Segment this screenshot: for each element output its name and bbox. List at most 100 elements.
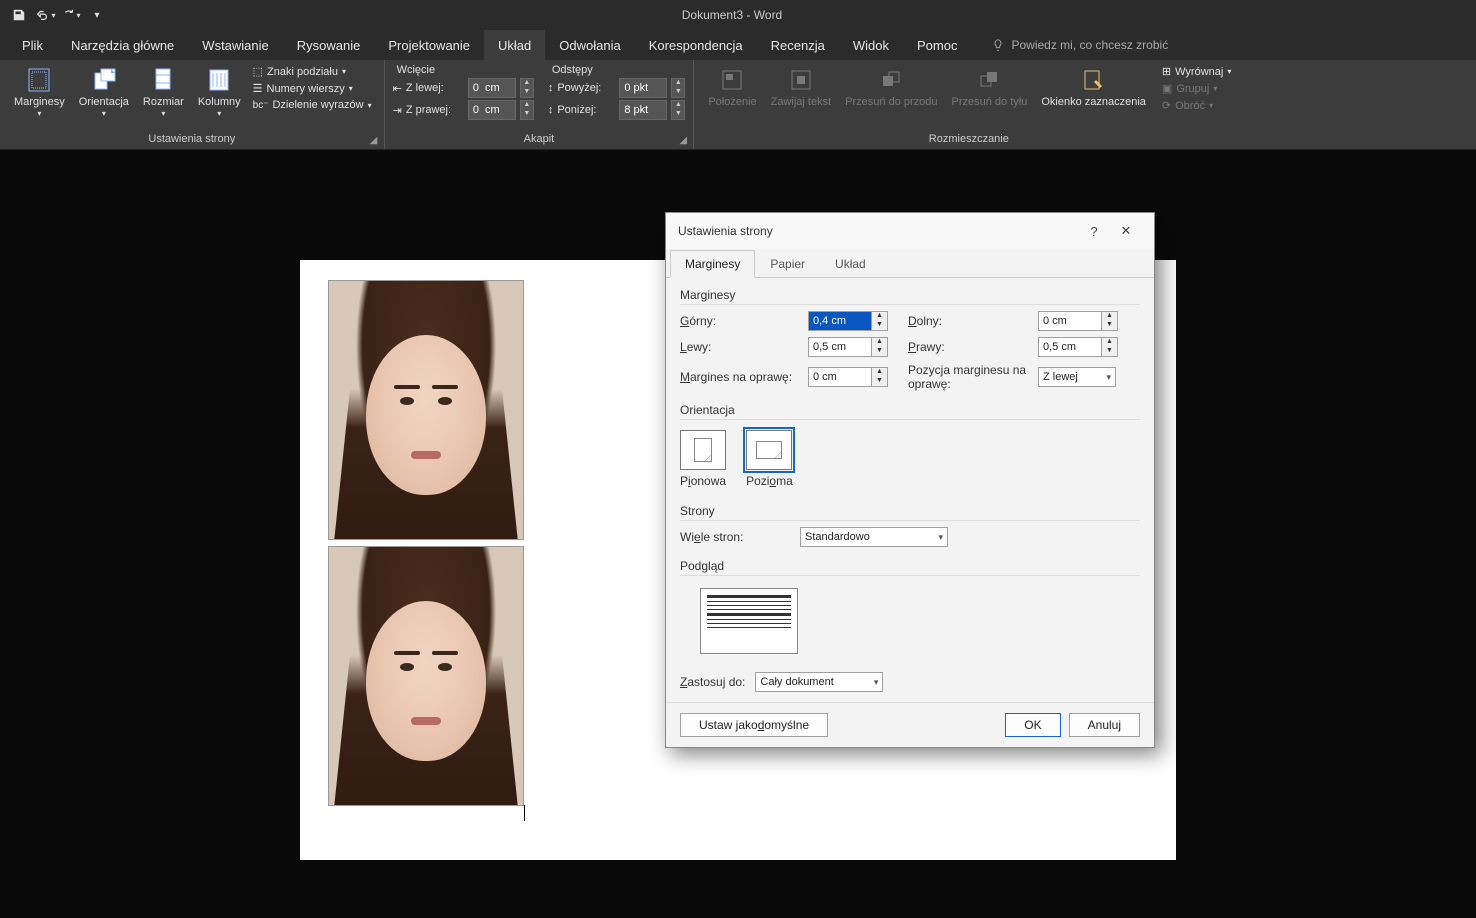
preview-section-title: Podgląd bbox=[680, 559, 1140, 576]
spacing-after-label: Poniżej: bbox=[557, 104, 615, 116]
hyphenation-icon: bc⁻ bbox=[253, 100, 269, 111]
tab-wstawianie[interactable]: Wstawianie bbox=[188, 30, 282, 60]
left-margin-input[interactable] bbox=[808, 337, 872, 357]
align-button[interactable]: ⊞Wyrównaj▾ bbox=[1158, 64, 1235, 79]
tab-korespondencja[interactable]: Korespondencja bbox=[635, 30, 757, 60]
ribbon-tabs: Plik Narzędzia główne Wstawianie Rysowan… bbox=[0, 30, 1476, 60]
tab-odwolania[interactable]: Odwołania bbox=[545, 30, 634, 60]
rotate-button: ⟳Obróć▾ bbox=[1158, 98, 1235, 113]
indent-left-spinner[interactable]: ▲▼ bbox=[520, 78, 534, 98]
pages-section-title: Strony bbox=[680, 504, 1140, 521]
gutter-pos-select[interactable]: Z lewej bbox=[1038, 367, 1116, 387]
multi-pages-select[interactable]: Standardowo bbox=[800, 527, 948, 547]
wrap-text-icon bbox=[787, 66, 815, 94]
spacing-before-icon: ↕ bbox=[548, 82, 554, 94]
text-cursor bbox=[524, 805, 525, 821]
dialog-tab-uklad[interactable]: Układ bbox=[820, 250, 881, 278]
undo-button[interactable]: ▾ bbox=[34, 4, 56, 26]
wrap-text-button: Zawijaj tekst bbox=[765, 64, 838, 111]
tell-me-placeholder: Powiedz mi, co chcesz zrobić bbox=[1011, 38, 1168, 52]
spacing-label: Odstępy bbox=[548, 64, 686, 76]
indent-right-spinner[interactable]: ▲▼ bbox=[520, 100, 534, 120]
indent-right-input[interactable] bbox=[468, 100, 516, 120]
bring-forward-icon bbox=[877, 66, 905, 94]
bottom-margin-input[interactable] bbox=[1038, 311, 1102, 331]
gutter-input[interactable] bbox=[808, 367, 872, 387]
breaks-button[interactable]: ⬚Znaki podziału▾ bbox=[249, 64, 376, 79]
save-button[interactable] bbox=[8, 4, 30, 26]
spacing-after-spinner[interactable]: ▲▼ bbox=[671, 100, 685, 120]
left-margin-spinner[interactable]: ▲▼ bbox=[872, 337, 888, 357]
spacing-before-spinner[interactable]: ▲▼ bbox=[671, 78, 685, 98]
orientation-portrait[interactable]: Pionowa bbox=[680, 430, 726, 488]
inserted-image-2[interactable] bbox=[328, 546, 524, 806]
gutter-pos-label: Pozycja marginesu na oprawę: bbox=[908, 363, 1028, 391]
dialog-tab-papier[interactable]: Papier bbox=[755, 250, 820, 278]
selection-pane-button[interactable]: Okienko zaznaczenia bbox=[1035, 64, 1152, 111]
right-margin-input[interactable] bbox=[1038, 337, 1102, 357]
breaks-icon: ⬚ bbox=[253, 65, 263, 78]
dialog-tab-marginesy[interactable]: Marginesy bbox=[670, 250, 755, 278]
group-label-arrange: Rozmieszczanie bbox=[702, 131, 1235, 147]
top-margin-spinner[interactable]: ▲▼ bbox=[872, 311, 888, 331]
orientation-landscape[interactable]: Pozioma bbox=[746, 430, 793, 488]
columns-button[interactable]: Kolumny ▾ bbox=[192, 64, 247, 120]
hyphenation-button[interactable]: bc⁻Dzielenie wyrazów▾ bbox=[249, 98, 376, 112]
indent-left-input[interactable] bbox=[468, 78, 516, 98]
title-bar: ▾ ▾ ▾ Dokument3 - Word bbox=[0, 0, 1476, 30]
position-button: Położenie bbox=[702, 64, 762, 111]
gutter-spinner[interactable]: ▲▼ bbox=[872, 367, 888, 387]
right-margin-spinner[interactable]: ▲▼ bbox=[1102, 337, 1118, 357]
group-label-page-setup: Ustawienia strony bbox=[8, 131, 376, 147]
paragraph-launcher[interactable]: ◢ bbox=[679, 135, 691, 147]
position-icon bbox=[718, 66, 746, 94]
spacing-after-input[interactable] bbox=[619, 100, 667, 120]
group-paragraph: Wcięcie ⇤ Z lewej: ▲▼ ⇥ Z prawej: ▲▼ bbox=[385, 60, 695, 149]
tab-pomoc[interactable]: Pomoc bbox=[903, 30, 971, 60]
tab-recenzja[interactable]: Recenzja bbox=[757, 30, 839, 60]
set-default-button[interactable]: Ustaw jako domyślne bbox=[680, 713, 828, 737]
redo-button[interactable]: ▾ bbox=[60, 4, 82, 26]
tab-plik[interactable]: Plik bbox=[8, 30, 57, 60]
line-numbers-button[interactable]: ☰Numery wierszy▾ bbox=[249, 81, 376, 96]
margins-button[interactable]: Marginesy ▾ bbox=[8, 64, 71, 120]
close-icon: ✕ bbox=[1121, 223, 1132, 239]
spacing-before-input[interactable] bbox=[619, 78, 667, 98]
ok-button[interactable]: OK bbox=[1005, 713, 1060, 737]
orientation-section-title: Orientacja bbox=[680, 403, 1140, 420]
rotate-icon: ⟳ bbox=[1162, 99, 1171, 112]
lightbulb-icon bbox=[991, 38, 1005, 52]
apply-to-select[interactable]: Cały dokument bbox=[755, 672, 883, 692]
selection-pane-icon bbox=[1080, 66, 1108, 94]
size-button[interactable]: Rozmiar ▾ bbox=[137, 64, 190, 120]
tab-widok[interactable]: Widok bbox=[839, 30, 903, 60]
indent-left-icon: ⇤ bbox=[393, 82, 402, 95]
dialog-help-button[interactable]: ? bbox=[1078, 218, 1110, 244]
dialog-close-button[interactable]: ✕ bbox=[1110, 218, 1142, 244]
dialog-title-bar[interactable]: Ustawienia strony ? ✕ bbox=[666, 213, 1154, 249]
tab-rysowanie[interactable]: Rysowanie bbox=[283, 30, 375, 60]
send-backward-icon bbox=[975, 66, 1003, 94]
bottom-margin-spinner[interactable]: ▲▼ bbox=[1102, 311, 1118, 331]
tab-projektowanie[interactable]: Projektowanie bbox=[374, 30, 484, 60]
orientation-button[interactable]: Orientacja ▾ bbox=[73, 64, 135, 120]
inserted-image-1[interactable] bbox=[328, 280, 524, 540]
indent-right-label: Z prawej: bbox=[406, 104, 464, 116]
top-margin-input[interactable] bbox=[808, 311, 872, 331]
qat-customize-button[interactable]: ▾ bbox=[86, 4, 108, 26]
dialog-title: Ustawienia strony bbox=[678, 224, 1078, 238]
indent-right-icon: ⇥ bbox=[393, 104, 402, 117]
line-numbers-icon: ☰ bbox=[253, 82, 263, 95]
left-margin-label: Lewy: bbox=[680, 340, 798, 354]
tab-narzedzia-glowne[interactable]: Narzędzia główne bbox=[57, 30, 188, 60]
cancel-button[interactable]: Anuluj bbox=[1069, 713, 1140, 737]
window-title: Dokument3 - Word bbox=[108, 8, 1356, 22]
margins-icon bbox=[25, 66, 53, 94]
tell-me-search[interactable]: Powiedz mi, co chcesz zrobić bbox=[991, 30, 1168, 60]
indent-label: Wcięcie bbox=[393, 64, 534, 76]
group-button: ▣Grupuj▾ bbox=[1158, 81, 1235, 96]
tab-uklad[interactable]: Układ bbox=[484, 30, 545, 60]
dialog-tabs: Marginesy Papier Układ bbox=[666, 249, 1154, 278]
page-setup-launcher[interactable]: ◢ bbox=[370, 135, 382, 147]
landscape-label: Pozioma bbox=[746, 474, 793, 488]
